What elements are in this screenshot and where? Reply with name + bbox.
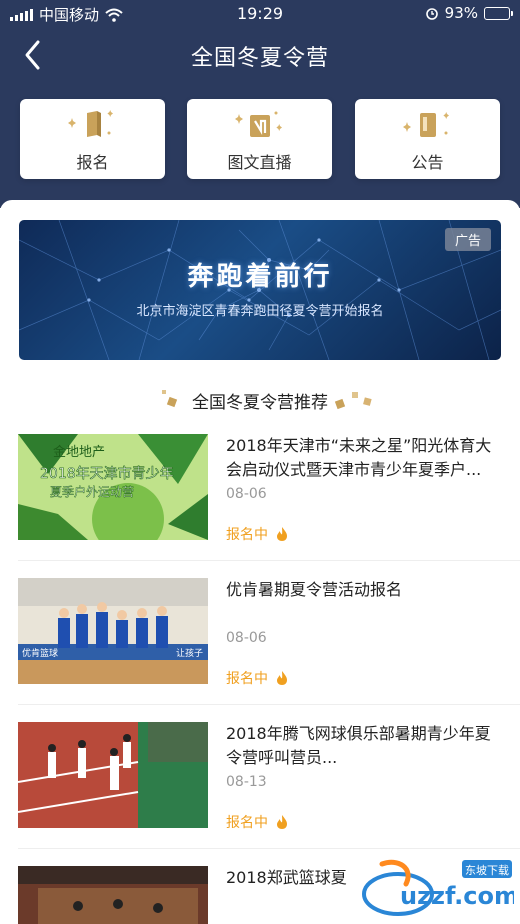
thumb-text: 让孩子: [176, 647, 203, 659]
item-title: 优肯暑期夏令营活动报名: [226, 580, 403, 599]
status-label: 报名中: [226, 671, 268, 687]
fire-icon: [277, 815, 287, 829]
notice-board-icon: [402, 112, 449, 137]
live-broadcast-icon: [234, 111, 282, 137]
thumb-text: 金地地产: [53, 444, 105, 460]
section-title: 全国冬夏令营推荐: [192, 393, 328, 413]
battery-percent: 93%: [444, 4, 478, 22]
item-title: 2018年天津市“未来之星”阳光体育大会启动仪式暨天津市青少年夏季户...: [226, 436, 492, 479]
fire-icon: [277, 527, 287, 541]
signup-card-label: 报名: [76, 153, 109, 172]
item-date: 08-13: [226, 774, 267, 790]
ad-badge: 广告: [444, 228, 491, 251]
status-label: 报名中: [226, 527, 268, 543]
row-divider: [18, 848, 520, 849]
banner-subtitle: 北京市海淀区青春奔跑田径夏令营开始报名: [136, 304, 384, 319]
item-thumbnail: 优肯篮球 让孩子: [18, 578, 208, 684]
row-divider: [18, 704, 520, 705]
banner-title: 奔跑着前行: [187, 262, 333, 292]
signup-card[interactable]: 报名: [20, 99, 165, 179]
item-status: 报名中: [226, 668, 288, 688]
item-status: 报名中: [226, 524, 288, 544]
watermark-tag: 东坡下载: [465, 864, 509, 877]
list-item[interactable]: 金地地产 2018年天津市青少年 夏季户外运动营 2018年天津市“未来之星”阳…: [0, 434, 520, 561]
thumb-text: 夏季户外运动营: [50, 484, 134, 499]
notice-card[interactable]: 公告: [355, 99, 500, 179]
content-top-edge: [0, 200, 520, 216]
item-date: 08-06: [226, 630, 267, 646]
notice-card-label: 公告: [411, 153, 444, 172]
status-bar: 中国移动 19:29 93%: [0, 0, 520, 28]
quick-action-cards: 报名 图文直播 公告: [20, 99, 500, 179]
item-thumbnail: [18, 722, 208, 828]
fire-icon: [277, 671, 287, 685]
page-title: 全国冬夏令营: [190, 46, 329, 71]
row-divider: [18, 560, 520, 561]
confetti-right-icon: [334, 392, 372, 410]
app-header: 中国移动 19:29 93% 全国冬夏令营 报名 图文直播 公告: [0, 0, 520, 208]
list-item[interactable]: 优肯篮球 让孩子 优肯暑期夏令营活动报名 08-06 报名中: [0, 578, 520, 705]
section-header: 全国冬夏令营推荐: [0, 388, 520, 414]
live-broadcast-card[interactable]: 图文直播: [187, 99, 332, 179]
site-watermark-logo: uzzf.com 东坡下载: [362, 859, 514, 916]
confetti-left-icon: [162, 390, 178, 408]
status-label: 报名中: [226, 815, 268, 831]
live-broadcast-card-label: 图文直播: [227, 153, 292, 172]
alarm-icon: [425, 8, 438, 20]
signup-book-icon: [67, 110, 113, 137]
list-item[interactable]: 2018年腾飞网球俱乐部暑期青少年夏令营呼叫营员... 08-13 报名中: [0, 722, 520, 849]
item-title: 2018年腾飞网球俱乐部暑期青少年夏令营呼叫营员...: [226, 724, 491, 767]
thumb-text: 2018年天津市青少年: [40, 465, 174, 482]
battery-icon: [484, 6, 513, 20]
thumb-text: 优肯篮球: [22, 647, 58, 659]
ad-banner[interactable]: 广告 奔跑着前行 北京市海淀区青春奔跑田径夏令营开始报名: [19, 220, 501, 360]
item-thumbnail: 金地地产 2018年天津市青少年 夏季户外运动营: [18, 434, 208, 540]
item-date: 08-06: [226, 486, 267, 502]
item-status: 报名中: [226, 812, 288, 832]
item-thumbnail: [18, 866, 208, 924]
watermark-brand: uzzf.com: [400, 882, 514, 910]
